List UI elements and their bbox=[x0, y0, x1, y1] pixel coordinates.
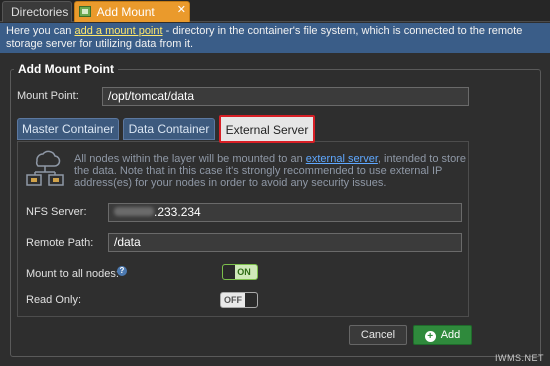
remote-path-label: Remote Path: bbox=[26, 237, 94, 249]
remote-path-value: /data bbox=[114, 235, 141, 249]
redacted-ip-part bbox=[114, 207, 154, 216]
cancel-button-label: Cancel bbox=[360, 329, 396, 341]
mount-to-all-nodes-toggle[interactable]: ON bbox=[222, 264, 258, 280]
help-icon[interactable]: ? bbox=[117, 266, 127, 276]
tab-add-mount-point[interactable]: Add Mount Point ✕ bbox=[74, 0, 190, 39]
tab-external-server[interactable]: External Server bbox=[219, 115, 315, 143]
tab-master-container-label: Master Container bbox=[21, 122, 115, 136]
fieldset-legend: Add Mount Point bbox=[14, 62, 118, 76]
read-only-label: Read Only: bbox=[26, 294, 82, 306]
read-only-toggle[interactable]: OFF bbox=[220, 292, 258, 308]
tab-master-container[interactable]: Master Container bbox=[17, 118, 119, 140]
tab-directories-label: Directories bbox=[11, 5, 69, 19]
mount-to-all-nodes-state: ON bbox=[237, 267, 251, 277]
description-prefix: All nodes within the layer will be mount… bbox=[74, 153, 306, 165]
tab-directories[interactable]: Directories bbox=[2, 1, 72, 22]
mount-point-label: Mount Point: bbox=[17, 90, 79, 102]
add-button-label: Add bbox=[440, 329, 461, 341]
info-banner: Here you can add a mount point - directo… bbox=[0, 23, 550, 53]
nfs-server-value: .233.234 bbox=[154, 205, 201, 219]
mount-to-all-nodes-label: Mount to all nodes: bbox=[26, 268, 119, 280]
add-mount-point-link[interactable]: add a mount point bbox=[74, 25, 162, 37]
mount-point-input[interactable]: /opt/tomcat/data bbox=[102, 87, 469, 106]
add-button[interactable]: + Add bbox=[413, 325, 472, 345]
remote-path-input[interactable]: /data bbox=[108, 233, 462, 252]
tab-data-container[interactable]: Data Container bbox=[123, 118, 215, 140]
top-tab-strip: Directories Add Mount Point ✕ bbox=[0, 0, 550, 39]
tab-data-container-label: Data Container bbox=[128, 122, 210, 136]
network-storage-icon bbox=[26, 150, 64, 186]
banner-text-prefix: Here you can bbox=[6, 25, 75, 37]
external-server-description: All nodes within the layer will be mount… bbox=[74, 153, 466, 189]
tab-external-server-label: External Server bbox=[225, 123, 309, 137]
cancel-button[interactable]: Cancel bbox=[349, 325, 407, 345]
mount-point-icon bbox=[79, 6, 91, 17]
plus-icon: + bbox=[424, 331, 436, 342]
nfs-server-label: NFS Server: bbox=[26, 206, 87, 218]
nfs-server-input[interactable]: .233.234 bbox=[108, 203, 462, 222]
mount-point-value: /opt/tomcat/data bbox=[108, 89, 195, 103]
close-icon[interactable]: ✕ bbox=[177, 0, 186, 20]
watermark: IWMS.NET bbox=[495, 353, 544, 363]
read-only-state: OFF bbox=[224, 295, 242, 305]
external-server-link[interactable]: external server bbox=[306, 153, 378, 165]
